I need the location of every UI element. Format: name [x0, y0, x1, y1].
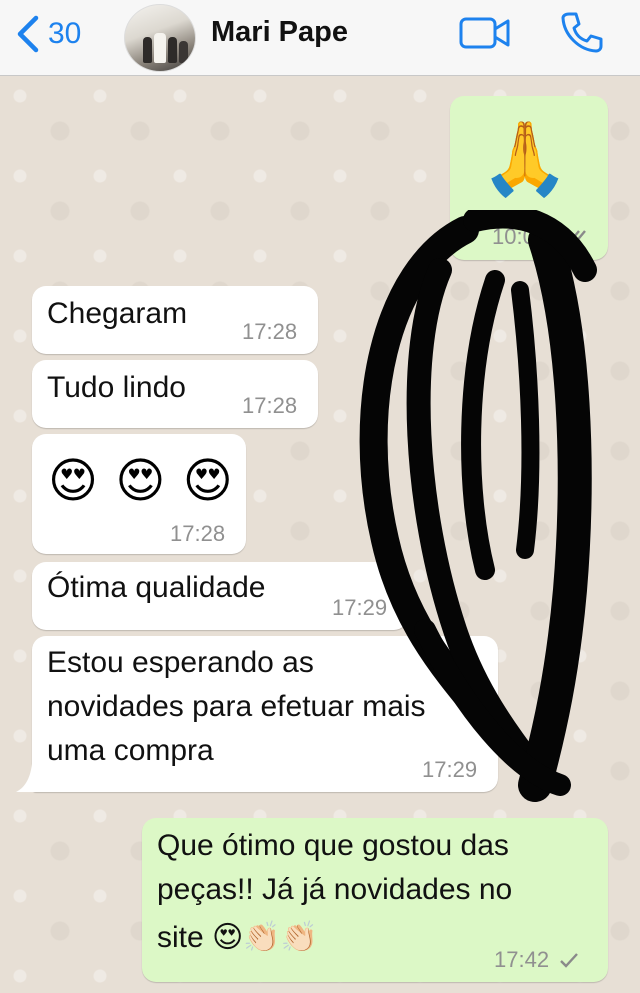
single-check-icon	[560, 953, 578, 968]
video-call-icon	[459, 17, 510, 49]
double-check-icon	[563, 230, 586, 245]
incoming-message[interactable]: Estou esperando as novidades para efetua…	[32, 636, 498, 792]
outgoing-message[interactable]: Que ótimo que gostou das peças!! Já já n…	[142, 818, 608, 982]
message-line: Estou esperando as	[47, 646, 314, 679]
back-button[interactable]: 30	[14, 14, 81, 54]
message-line: peças!! Já já novidades no	[157, 873, 513, 906]
message-time: 17:28	[242, 319, 298, 344]
message-emoji: 😍 😍 😍	[48, 455, 235, 508]
chevron-left-icon	[17, 15, 39, 53]
contact-name[interactable]: Mari Pape	[211, 16, 348, 49]
message-time: 17:28	[170, 521, 226, 546]
incoming-message[interactable]: Tudo lindo 17:28	[32, 360, 318, 428]
message-text: Chegaram	[47, 297, 188, 330]
incoming-message[interactable]: 😍 😍 😍 17:28	[32, 434, 246, 554]
incoming-message[interactable]: Ótima qualidade 17:29	[32, 562, 408, 630]
video-call-button[interactable]	[459, 16, 511, 50]
incoming-message[interactable]: Chegaram 17:28	[32, 286, 318, 354]
outgoing-message[interactable]: 🙏 10:08	[450, 96, 608, 260]
unread-count: 30	[48, 17, 82, 50]
chat-header: 30 Mari Pape	[0, 0, 640, 76]
voice-call-button[interactable]	[559, 10, 603, 54]
message-line: site 😍👏🏻👏🏻	[157, 921, 319, 954]
message-time: 10:08	[492, 224, 548, 249]
message-text: Tudo lindo	[47, 371, 186, 404]
avatar[interactable]	[124, 4, 196, 72]
message-time: 17:28	[242, 393, 298, 418]
message-text: Ótima qualidade	[47, 571, 266, 604]
bubble-tail	[16, 764, 38, 792]
phone-icon	[561, 12, 603, 53]
message-time: 17:29	[332, 595, 388, 620]
message-line: novidades para efetuar mais	[47, 690, 426, 723]
message-time: 17:29	[422, 757, 478, 782]
message-emoji: 🙏	[480, 119, 570, 199]
message-time: 17:42	[494, 947, 550, 972]
message-line: Que ótimo que gostou das	[157, 829, 509, 862]
message-line: uma compra	[47, 734, 214, 767]
